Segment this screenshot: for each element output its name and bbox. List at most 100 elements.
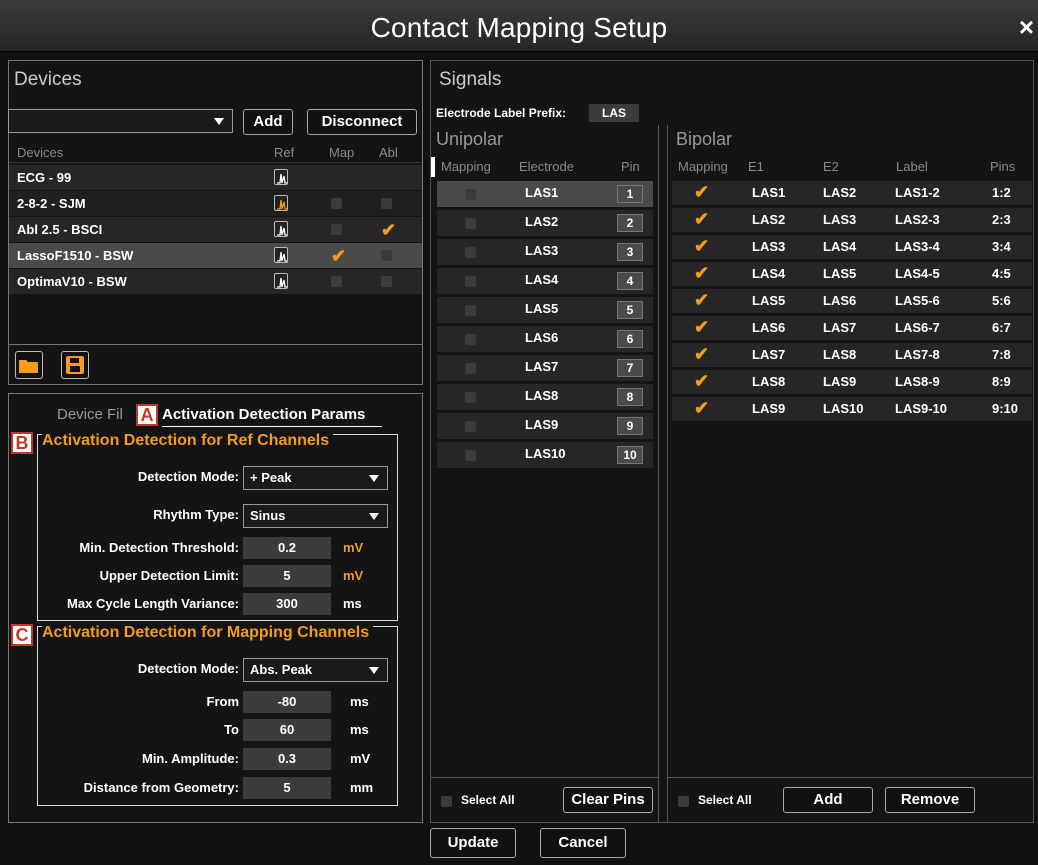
min-threshold-field[interactable]: 0.2 [243, 537, 331, 559]
pulse-icon[interactable] [274, 221, 288, 237]
bipolar-mapping-check-icon[interactable]: ✔ [694, 345, 709, 363]
close-icon[interactable]: × [1019, 12, 1034, 43]
disconnect-button[interactable]: Disconnect [307, 109, 417, 135]
badge-c: C [11, 624, 33, 646]
bipolar-mapping-check-icon[interactable]: ✔ [694, 210, 709, 228]
bipolar-row[interactable]: ✔ LAS6 LAS7 LAS6-7 6:7 [672, 316, 1032, 340]
save-button[interactable] [61, 351, 89, 379]
bipolar-row[interactable]: ✔ LAS8 LAS9 LAS8-9 8:9 [672, 370, 1032, 394]
bipolar-row[interactable]: ✔ LAS2 LAS3 LAS2-3 2:3 [672, 208, 1032, 232]
unipolar-pin[interactable]: 5 [617, 301, 643, 319]
unipolar-mapping-checkbox[interactable] [465, 450, 476, 461]
device-map-checkbox[interactable] [331, 224, 342, 235]
unipolar-pin[interactable]: 9 [617, 417, 643, 435]
clear-pins-button[interactable]: Clear Pins [563, 787, 653, 813]
unipolar-mapping-checkbox[interactable] [465, 363, 476, 374]
unipolar-row[interactable]: LAS6 6 [437, 326, 653, 352]
unipolar-mapping-checkbox[interactable] [465, 276, 476, 287]
device-map-check-icon[interactable]: ✔ [331, 247, 346, 265]
bipolar-row[interactable]: ✔ LAS4 LAS5 LAS4-5 4:5 [672, 262, 1032, 286]
tab-device-filter[interactable]: Device Fil [57, 406, 123, 423]
bipolar-select-all-checkbox[interactable] [678, 796, 689, 807]
unipolar-mapping-checkbox[interactable] [465, 218, 476, 229]
update-button[interactable]: Update [430, 828, 516, 858]
unipolar-row[interactable]: LAS4 4 [437, 268, 653, 294]
remove-bipolar-button[interactable]: Remove [885, 787, 975, 813]
device-row[interactable]: ECG - 99 [9, 165, 422, 190]
bipolar-mapping-check-icon[interactable]: ✔ [694, 183, 709, 201]
unipolar-row[interactable]: LAS5 5 [437, 297, 653, 323]
device-abl-check-icon[interactable]: ✔ [381, 221, 396, 239]
unipolar-mapping-checkbox[interactable] [465, 247, 476, 258]
from-field[interactable]: -80 [243, 691, 331, 713]
device-row[interactable]: 2-8-2 - SJM [9, 191, 422, 216]
pulse-icon[interactable] [274, 169, 288, 185]
unipolar-pin[interactable]: 8 [617, 388, 643, 406]
add-bipolar-button[interactable]: Add [783, 787, 873, 813]
bipolar-row[interactable]: ✔ LAS9 LAS10 LAS9-10 9:10 [672, 397, 1032, 421]
device-abl-checkbox[interactable] [381, 250, 392, 261]
unipolar-pin[interactable]: 2 [617, 214, 643, 232]
bipolar-pins: 5:6 [992, 293, 1011, 308]
bipolar-mapping-check-icon[interactable]: ✔ [694, 291, 709, 309]
devices-title: Devices [14, 69, 82, 90]
bipolar-row[interactable]: ✔ LAS5 LAS6 LAS5-6 5:6 [672, 289, 1032, 313]
unipolar-row[interactable]: LAS8 8 [437, 384, 653, 410]
device-abl-checkbox[interactable] [381, 276, 392, 287]
unipolar-pin[interactable]: 1 [617, 185, 643, 203]
unipolar-row[interactable]: LAS2 2 [437, 210, 653, 236]
bipolar-row[interactable]: ✔ LAS7 LAS8 LAS7-8 7:8 [672, 343, 1032, 367]
device-map-checkbox[interactable] [331, 276, 342, 287]
tab-activation-detection-params[interactable]: Activation Detection Params [162, 406, 382, 427]
to-field[interactable]: 60 [243, 719, 331, 741]
prefix-field[interactable]: LAS [589, 104, 639, 122]
upper-limit-field[interactable]: 5 [243, 565, 331, 587]
unipolar-mapping-checkbox[interactable] [465, 421, 476, 432]
pulse-icon[interactable] [274, 195, 288, 211]
distance-field[interactable]: 5 [243, 777, 331, 799]
bipolar-mapping-check-icon[interactable]: ✔ [694, 318, 709, 336]
bipolar-mapping-check-icon[interactable]: ✔ [694, 264, 709, 282]
bipolar-row[interactable]: ✔ LAS3 LAS4 LAS3-4 3:4 [672, 235, 1032, 259]
unipolar-row[interactable]: LAS1 1 [437, 181, 653, 207]
bipolar-mapping-check-icon[interactable]: ✔ [694, 399, 709, 417]
device-row[interactable]: Abl 2.5 - BSCI ✔ [9, 217, 422, 242]
device-dropdown[interactable] [8, 109, 233, 133]
bipolar-e2: LAS3 [823, 212, 857, 227]
device-row[interactable]: LassoF1510 - BSW ✔ [9, 243, 422, 268]
add-device-button[interactable]: Add [243, 109, 293, 135]
unipolar-pin[interactable]: 4 [617, 272, 643, 290]
unipolar-row[interactable]: LAS9 9 [437, 413, 653, 439]
unipolar-mapping-checkbox[interactable] [465, 334, 476, 345]
device-abl-checkbox[interactable] [381, 198, 392, 209]
device-row[interactable]: OptimaV10 - BSW [9, 269, 422, 294]
unipolar-pin[interactable]: 6 [617, 330, 643, 348]
unipolar-row[interactable]: LAS7 7 [437, 355, 653, 381]
bipolar-row[interactable]: ✔ LAS1 LAS2 LAS1-2 1:2 [672, 181, 1032, 205]
unipolar-select-all-checkbox[interactable] [441, 796, 452, 807]
bipolar-mapping-check-icon[interactable]: ✔ [694, 237, 709, 255]
unipolar-mapping-checkbox[interactable] [465, 305, 476, 316]
map-detection-mode-select[interactable]: Abs. Peak [243, 658, 388, 682]
ref-detection-mode-select[interactable]: + Peak [243, 466, 388, 490]
pulse-icon[interactable] [274, 247, 288, 263]
bipolar-pins: 4:5 [992, 266, 1011, 281]
pulse-icon[interactable] [274, 273, 288, 289]
device-map-checkbox[interactable] [331, 198, 342, 209]
cancel-button[interactable]: Cancel [540, 828, 626, 858]
bipolar-mapping-check-icon[interactable]: ✔ [694, 372, 709, 390]
open-folder-button[interactable] [15, 351, 43, 379]
unipolar-pin[interactable]: 7 [617, 359, 643, 377]
unipolar-mapping-checkbox[interactable] [465, 392, 476, 403]
unipolar-pin[interactable]: 10 [617, 446, 643, 464]
unipolar-row[interactable]: LAS3 3 [437, 239, 653, 265]
min-amplitude-field[interactable]: 0.3 [243, 748, 331, 770]
bipolar-e2: LAS8 [823, 347, 857, 362]
unipolar-mapping-checkbox[interactable] [465, 189, 476, 200]
unipolar-row[interactable]: LAS10 10 [437, 442, 653, 468]
cycle-variance-field[interactable]: 300 [243, 593, 331, 615]
rhythm-type-select[interactable]: Sinus [243, 504, 388, 528]
device-name: ECG - 99 [17, 170, 72, 185]
unipolar-pin[interactable]: 3 [617, 243, 643, 261]
unipolar-electrode: LAS7 [525, 359, 559, 374]
